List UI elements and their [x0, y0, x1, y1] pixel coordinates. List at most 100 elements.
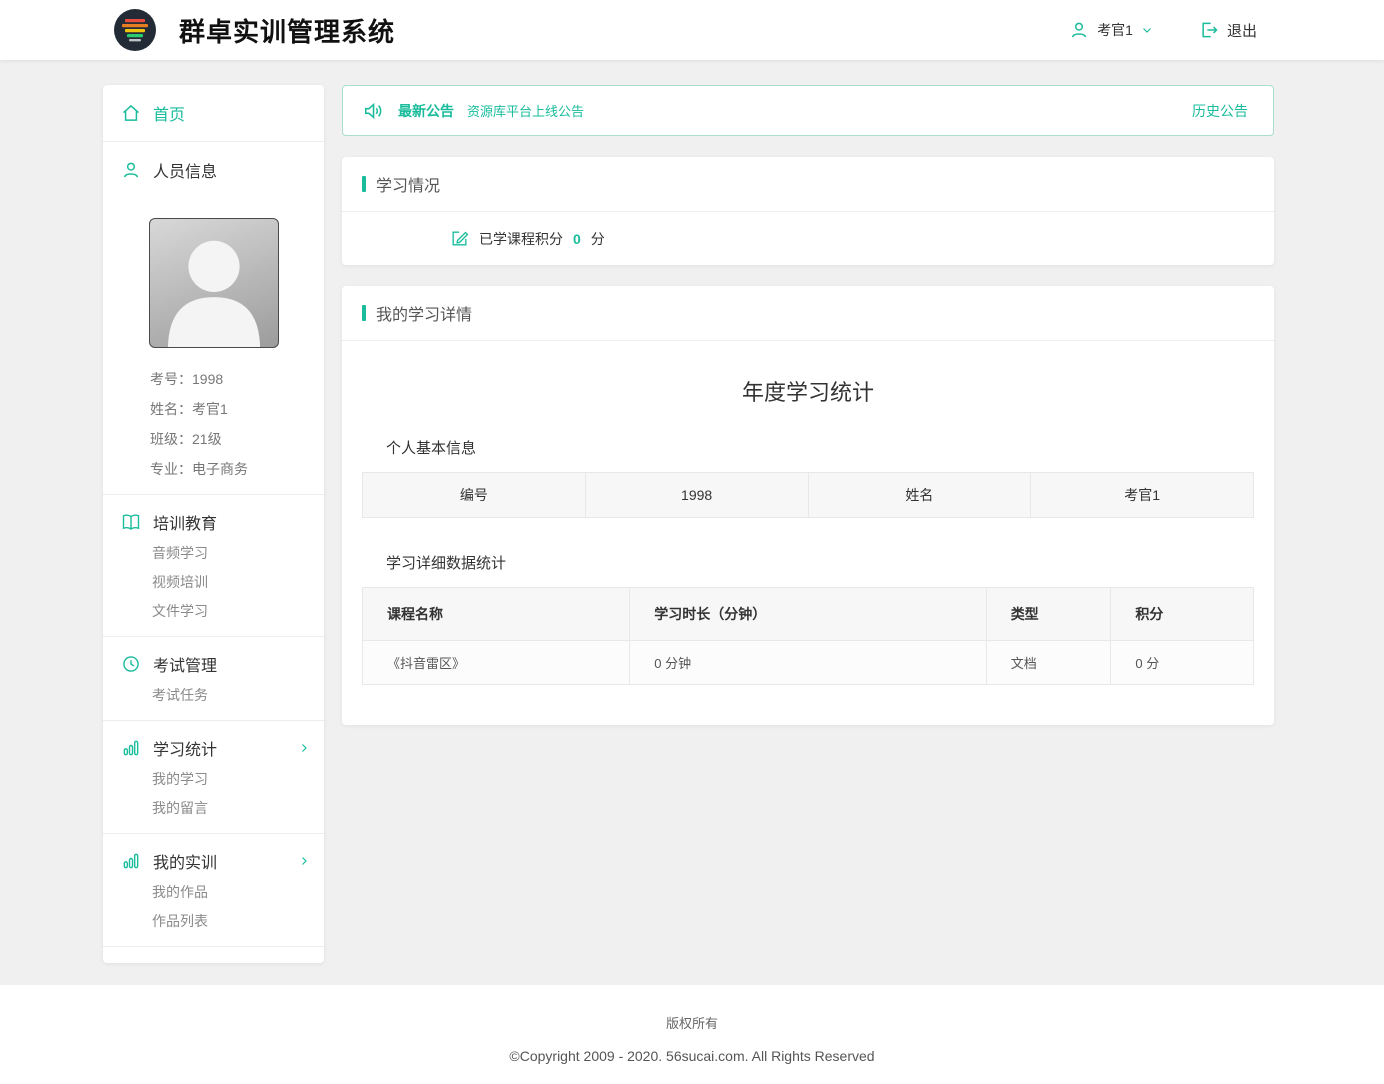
learning-detail-title: 我的学习详情: [376, 301, 472, 325]
sidebar-personnel-label: 人员信息: [153, 158, 217, 182]
chevron-down-icon: [1141, 24, 1153, 36]
sidebar-item-personnel[interactable]: 人员信息: [103, 142, 324, 198]
column-header-score: 积分: [1111, 588, 1254, 641]
points-label: 已学课程积分: [479, 229, 563, 249]
title-marker: [362, 176, 366, 192]
cell-type: 文档: [986, 641, 1111, 685]
basic-name-label: 姓名: [808, 473, 1031, 518]
logout-button[interactable]: 退出: [1199, 20, 1257, 41]
table-row: 《抖音雷区》 0 分钟 文档 0 分: [363, 641, 1254, 685]
profile-exam-no: 考号：1998: [150, 364, 324, 394]
app-footer: 版权所有 ©Copyright 2009 - 2020. 56sucai.com…: [0, 985, 1384, 1084]
app-title: 群卓实训管理系统: [179, 12, 395, 49]
cell-score: 0 分: [1111, 641, 1254, 685]
edit-icon: [450, 229, 469, 248]
menu-children: 我的学习 我的留言: [103, 765, 324, 823]
avatar: [149, 218, 279, 348]
main-area: 首页 人员信息 考号：1998 姓名：考官1: [0, 60, 1384, 985]
sidebar-item-audio-learning[interactable]: 音频学习: [152, 539, 324, 568]
header-right: 考官1 退出: [1069, 20, 1257, 41]
brand: 群卓实训管理系统: [113, 8, 395, 52]
sidebar-item-my-learning[interactable]: 我的学习: [152, 765, 324, 794]
logout-label: 退出: [1227, 20, 1257, 41]
points-value: 0: [573, 231, 581, 247]
home-icon: [121, 103, 141, 123]
learning-status-card: 学习情况 已学课程积分 0 分: [342, 157, 1274, 265]
basic-info-title: 个人基本信息: [386, 437, 1254, 458]
learning-data-table: 课程名称 学习时长（分钟） 类型 积分 《抖音雷区》 0 分钟 文档: [362, 587, 1254, 685]
card-title-row: 学习情况: [342, 157, 1274, 212]
detail-body: 年度学习统计 个人基本信息 编号 1998 姓名 考官1 学习详细数据统: [342, 375, 1274, 725]
column-header-course: 课程名称: [363, 588, 630, 641]
page: 群卓实训管理系统 考官1 退出: [0, 0, 1384, 1084]
profile-lines: 考号：1998 姓名：考官1 班级：21级 专业：电子商务: [103, 364, 324, 484]
logout-icon: [1199, 20, 1219, 40]
menu-children: 我的作品 作品列表: [103, 878, 324, 936]
learning-status-title: 学习情况: [376, 172, 440, 196]
menu-group-training: 培训教育 音频学习 视频培训 文件学习: [103, 495, 324, 637]
menu-children: 考试任务: [103, 681, 324, 710]
chevron-right-icon: [298, 742, 310, 754]
menu-label: 我的实训: [153, 849, 217, 873]
column-header-duration: 学习时长（分钟）: [630, 588, 986, 641]
table-header-row: 课程名称 学习时长（分钟） 类型 积分: [363, 588, 1254, 641]
sidebar-item-file-learning[interactable]: 文件学习: [152, 597, 324, 626]
person-icon: [121, 160, 141, 180]
sidebar-item-video-training[interactable]: 视频培训: [152, 568, 324, 597]
sidebar: 首页 人员信息 考号：1998 姓名：考官1: [103, 85, 324, 963]
app-logo-icon: [113, 8, 157, 52]
sidebar-home-label: 首页: [153, 101, 185, 125]
menu-group-learning-stats: 学习统计 我的学习 我的留言: [103, 721, 324, 834]
stats-title: 学习详细数据统计: [386, 552, 1254, 573]
sidebar-item-my-works[interactable]: 我的作品: [152, 878, 324, 907]
basic-info-row: 编号 1998 姓名 考官1: [363, 473, 1254, 518]
sidebar-item-exam-management[interactable]: 考试管理: [103, 649, 324, 681]
report-title: 年度学习统计: [362, 375, 1254, 407]
cell-course-name: 《抖音雷区》: [363, 641, 630, 685]
avatar-silhouette-icon: [150, 219, 278, 347]
user-name: 考官1: [1097, 20, 1133, 40]
sidebar-item-exam-tasks[interactable]: 考试任务: [152, 681, 324, 710]
sidebar-item-my-training[interactable]: 我的实训: [103, 846, 324, 878]
basic-no-label: 编号: [363, 473, 586, 518]
learning-detail-card: 我的学习详情 年度学习统计 个人基本信息 编号 1998 姓名 考官1: [342, 286, 1274, 725]
menu-label: 培训教育: [153, 510, 217, 534]
menu-label: 考试管理: [153, 652, 217, 676]
clock-icon: [121, 654, 141, 674]
points-row: 已学课程积分 0 分: [342, 212, 1274, 265]
menu-label: 学习统计: [153, 736, 217, 760]
menu-children: 音频学习 视频培训 文件学习: [103, 539, 324, 626]
profile-major: 专业：电子商务: [150, 454, 324, 484]
bar-chart-icon: [121, 851, 141, 871]
title-marker: [362, 305, 366, 321]
basic-info-table: 编号 1998 姓名 考官1: [362, 472, 1254, 518]
sidebar-item-home[interactable]: 首页: [103, 85, 324, 142]
card-title-row: 我的学习详情: [342, 286, 1274, 341]
footer-copyright-text: ©Copyright 2009 - 2020. 56sucai.com. All…: [0, 1048, 1384, 1064]
profile-class: 班级：21级: [150, 424, 324, 454]
sidebar-item-works-list[interactable]: 作品列表: [152, 907, 324, 936]
announcement-link[interactable]: 资源库平台上线公告: [467, 101, 584, 120]
sidebar-item-learning-statistics[interactable]: 学习统计: [103, 733, 324, 765]
app-header: 群卓实训管理系统 考官1 退出: [0, 0, 1384, 60]
announcement-label: 最新公告: [398, 101, 454, 121]
sidebar-item-my-messages[interactable]: 我的留言: [152, 794, 324, 823]
history-announcements-link[interactable]: 历史公告: [1192, 101, 1248, 121]
menu-group-my-training: 我的实训 我的作品 作品列表: [103, 834, 324, 947]
footer-copyright-label: 版权所有: [0, 1013, 1384, 1032]
chevron-right-icon: [298, 855, 310, 867]
basic-name-value: 考官1: [1031, 473, 1254, 518]
book-icon: [121, 512, 141, 532]
bar-chart-icon: [121, 738, 141, 758]
profile-name: 姓名：考官1: [150, 394, 324, 424]
announcement-bar: 最新公告 资源库平台上线公告 历史公告: [342, 85, 1274, 136]
speaker-icon: [363, 100, 385, 122]
column-header-type: 类型: [986, 588, 1111, 641]
menu-group-exam: 考试管理 考试任务: [103, 637, 324, 721]
basic-no-value: 1998: [585, 473, 808, 518]
sidebar-item-training-education[interactable]: 培训教育: [103, 507, 324, 539]
cell-duration: 0 分钟: [630, 641, 986, 685]
content-column: 最新公告 资源库平台上线公告 历史公告 学习情况 已学课程积分 0 分: [342, 85, 1274, 725]
user-icon: [1069, 20, 1089, 40]
user-menu[interactable]: 考官1: [1069, 20, 1153, 40]
